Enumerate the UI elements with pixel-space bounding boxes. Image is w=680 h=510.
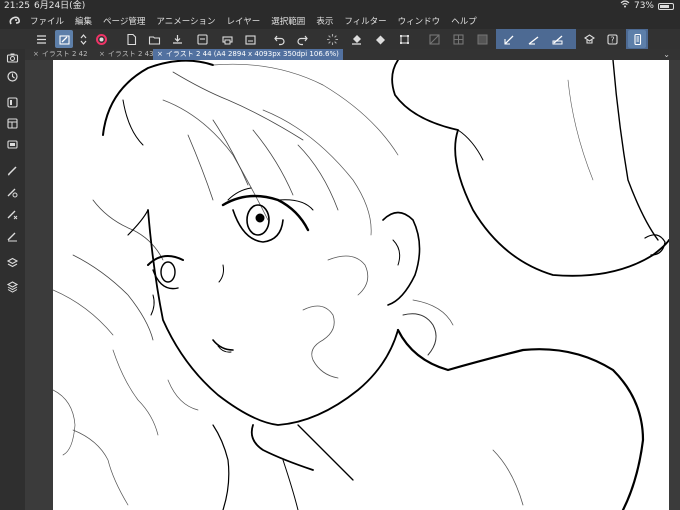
help-icon[interactable]: ? — [603, 30, 621, 48]
command-bar: ? — [0, 29, 680, 49]
tab-illust-2-42[interactable]: × イラスト 2 42 — [29, 49, 89, 60]
tab-label: イラスト 2 44 (A4 2894 x 4093px 350dpi 106.6… — [165, 50, 339, 58]
layers-icon[interactable] — [4, 278, 21, 295]
vector-brush-icon[interactable] — [4, 206, 21, 223]
tab-illust-2-44[interactable]: × イラスト 2 44 (A4 2894 x 4093px 350dpi 106.… — [153, 49, 343, 60]
battery-icon — [658, 2, 674, 10]
loading-spinner-icon[interactable] — [323, 30, 341, 48]
share-icon[interactable] — [241, 30, 259, 48]
battery-percent: 73% — [633, 1, 654, 11]
tool-property-icon[interactable] — [4, 115, 21, 132]
menu-edit[interactable]: 編集 — [75, 15, 92, 27]
color-wheel-icon[interactable] — [92, 30, 110, 48]
sub-tool-icon[interactable] — [4, 94, 21, 111]
export-icon[interactable] — [193, 30, 211, 48]
tab-close-icon[interactable]: × — [157, 50, 163, 58]
sketch-artwork — [53, 60, 669, 510]
canvas-right-gutter — [669, 60, 680, 510]
status-right: 73% — [620, 0, 674, 12]
menu-view[interactable]: 表示 — [316, 15, 333, 27]
navigator-icon[interactable] — [4, 68, 21, 85]
layer-stack-icon[interactable] — [4, 254, 21, 271]
updown-arrows-icon[interactable] — [74, 30, 92, 48]
drawing-canvas[interactable] — [53, 60, 669, 510]
menu-help[interactable]: ヘルプ — [451, 15, 477, 27]
decoration-brush-icon[interactable] — [4, 184, 21, 201]
smartphone-connect-icon[interactable] — [628, 30, 646, 48]
redo-icon[interactable] — [293, 30, 311, 48]
document-tabs: × イラスト 2 42 × イラスト 2 43 × イラスト 2 44 (A4 289… — [25, 49, 680, 60]
hamburger-menu-icon[interactable] — [32, 30, 50, 48]
tab-close-icon[interactable]: × — [99, 50, 105, 58]
undo-icon[interactable] — [270, 30, 288, 48]
companion-mode-icon[interactable] — [580, 30, 598, 48]
camera-icon[interactable] — [4, 49, 21, 66]
menu-file[interactable]: ファイル — [30, 15, 64, 27]
frame-icon[interactable] — [473, 30, 491, 48]
grid-icon[interactable] — [449, 30, 467, 48]
stroke-brush-icon[interactable] — [500, 30, 518, 48]
transform-icon[interactable] — [395, 30, 413, 48]
color-set-icon[interactable] — [4, 136, 21, 153]
date: 6月24日(金) — [34, 1, 86, 11]
print-icon[interactable] — [218, 30, 236, 48]
fill-pattern-icon[interactable] — [371, 30, 389, 48]
airbrush-icon[interactable] — [4, 228, 21, 245]
tab-label: イラスト 2 42 — [41, 50, 88, 58]
pen-tool-icon[interactable] — [4, 162, 21, 179]
menu-selection[interactable]: 選択範囲 — [271, 15, 305, 27]
menu-animation[interactable]: アニメーション — [156, 15, 215, 27]
clock: 21:25 — [4, 1, 30, 11]
ios-status-bar: 21:25 6月24日(金) 73% — [0, 0, 680, 12]
svg-text:?: ? — [610, 35, 614, 44]
menu-window[interactable]: ウィンドウ — [398, 15, 441, 27]
menu-filter[interactable]: フィルター — [344, 15, 386, 27]
stroke-brush-2-icon[interactable] — [524, 30, 542, 48]
menu-page[interactable]: ページ管理 — [103, 15, 145, 27]
save-icon[interactable] — [168, 30, 186, 48]
menu-bar: ファイル 編集 ページ管理 アニメーション レイヤー 選択範囲 表示 フィルター… — [0, 12, 680, 29]
fill-bucket-icon[interactable] — [347, 30, 365, 48]
tabs-chevron-down-icon[interactable]: ⌄ — [663, 49, 670, 60]
wifi-icon — [620, 0, 630, 12]
stroke-brush-3-icon[interactable] — [548, 30, 566, 48]
left-sidebar — [0, 49, 25, 510]
app-logo-icon[interactable] — [0, 12, 30, 29]
tab-label: イラスト 2 43 — [107, 50, 154, 58]
canvas-left-gutter — [25, 60, 53, 510]
new-file-icon[interactable] — [122, 30, 140, 48]
tool-palette-icon[interactable] — [55, 30, 73, 48]
ruler-icon[interactable] — [425, 30, 443, 48]
tab-illust-2-43[interactable]: × イラスト 2 43 — [95, 49, 155, 60]
open-folder-icon[interactable] — [145, 30, 163, 48]
menu-layer[interactable]: レイヤー — [227, 15, 261, 27]
tab-close-icon[interactable]: × — [33, 50, 39, 58]
